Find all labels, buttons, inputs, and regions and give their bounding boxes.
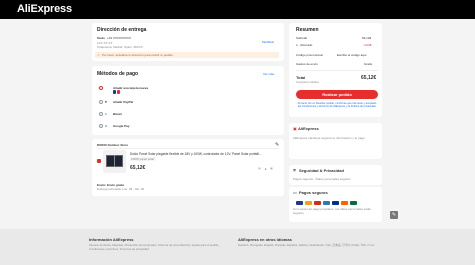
- address-warning-text: Por favor, actualiza tu dirección para r…: [102, 53, 173, 57]
- payments-text: Con socios de pago populares, tus datos …: [293, 207, 372, 215]
- promo-input[interactable]: Escribe el código aquí: [337, 53, 367, 57]
- shield-icon: ⛨: [293, 168, 296, 173]
- payment-see-all-link[interactable]: Ver más: [263, 72, 274, 76]
- shipping-name: Oudo: [97, 36, 105, 40]
- payment-label: Google Pay: [113, 124, 130, 128]
- payment-radio[interactable]: [99, 124, 103, 128]
- delivery-estimate: Entrega estimada: ene. 28 - feb. 06: [97, 187, 145, 191]
- summary-divider: [296, 70, 378, 71]
- jcb-icon: [350, 201, 357, 205]
- payment-title: Métodos de pago: [97, 71, 139, 77]
- discover-icon: [341, 201, 348, 205]
- saved-icon: ●: [296, 43, 298, 47]
- qty-minus-button[interactable]: −: [258, 167, 261, 170]
- footer-languages-title: AliExpress en otros idiomas: [238, 237, 292, 242]
- card-icon: ▭: [293, 190, 297, 195]
- payment-label: Bizum: [113, 112, 122, 116]
- total-note: Impuestos incluidos: [296, 81, 319, 84]
- trust-brand: AliExpress: [298, 126, 319, 131]
- edit-address-link[interactable]: Modificar: [262, 40, 274, 44]
- payment-label: Añadir PayPal: [113, 100, 134, 104]
- footer: Información AliExpress Servicio al clien…: [0, 229, 475, 265]
- shipping-address: Chapineria, Madrid, Spain, 28XXX: [97, 45, 143, 49]
- shipping-phone: +34 XXXXXXXXX: [107, 36, 131, 40]
- payment-radio[interactable]: [99, 112, 103, 116]
- product-title[interactable]: Dokio Panel Solar plegable flexible de 1…: [130, 152, 262, 156]
- qty-plus-button[interactable]: +: [270, 167, 273, 170]
- qty-value[interactable]: 1: [265, 167, 267, 171]
- saved-label: Ahorrado: [300, 43, 313, 47]
- card-icon-2: [117, 90, 120, 94]
- saved-value: -4,00€: [363, 43, 372, 47]
- subtotal-label: Subtotal: [296, 36, 308, 40]
- trust-text: AliExpress mantiene seguros tu informaci…: [293, 136, 365, 140]
- shipping-fee-label: Gastos de envío: [296, 62, 318, 66]
- footer-languages-links[interactable]: Deutsch, Português, English, Français, E…: [238, 243, 382, 248]
- product-checkbox[interactable]: [97, 159, 101, 163]
- security-title: Seguridad & Privacidad: [299, 168, 344, 173]
- product-image[interactable]: [103, 150, 126, 173]
- payments-title: Pagos seguros: [299, 190, 328, 195]
- subtotal-value: 69,12€: [362, 36, 372, 40]
- shipping-title: Dirección de entrega: [97, 27, 147, 33]
- payment-radio[interactable]: [99, 86, 103, 90]
- top-bar: AliExpress: [0, 0, 475, 19]
- summary-title: Resumen: [296, 27, 319, 33]
- amex-icon: [323, 201, 330, 205]
- aliexpress-logo[interactable]: AliExpress: [17, 3, 72, 15]
- aliexpress-badge-icon: ▣: [293, 126, 297, 131]
- maestro-icon: [314, 201, 321, 205]
- footer-info-title: Información AliExpress: [89, 237, 134, 242]
- footer-info-links[interactable]: Servicio al cliente, Disputas, Protecció…: [89, 243, 229, 252]
- edit-icon: ✎: [391, 212, 397, 218]
- product-variant[interactable]: 100W panel solar: [130, 157, 156, 161]
- bizum-icon: b: [105, 112, 107, 116]
- terms-text: Al hacer clic en Realizar pedido, confir…: [297, 102, 377, 109]
- warning-icon: ⚠: [97, 53, 100, 57]
- paypal-icon: [332, 201, 339, 205]
- card-icon: [113, 90, 116, 94]
- solar-panel-shape-2: [114, 155, 115, 167]
- paypal-icon: P: [105, 100, 108, 104]
- total-value: 65,12€: [361, 75, 377, 81]
- payment-radio[interactable]: [99, 100, 103, 104]
- shipping-fee-value: Gratis: [364, 62, 373, 66]
- total-label: Total: [296, 75, 306, 80]
- promo-label: Código promocional: [296, 53, 323, 57]
- security-text: Pagos seguros · Datos personales seguros: [293, 177, 351, 181]
- edit-icon[interactable]: ✎: [275, 143, 279, 148]
- store-name[interactable]: DOKIO Outdoor Store: [97, 143, 128, 147]
- visa-icon: [296, 201, 303, 205]
- google-pay-icon: G: [105, 124, 108, 128]
- address-warning: ⚠ Por favor, actualiza tu dirección para…: [95, 52, 279, 58]
- place-order-button[interactable]: Realizar pedido: [296, 90, 378, 99]
- feedback-button[interactable]: ✎: [390, 211, 398, 219]
- product-price: 65,12€: [130, 165, 146, 171]
- mastercard-icon: [305, 201, 312, 205]
- store-divider: [97, 148, 279, 149]
